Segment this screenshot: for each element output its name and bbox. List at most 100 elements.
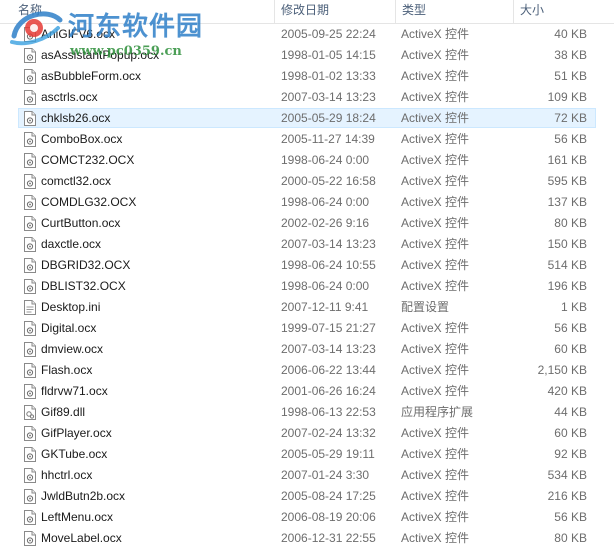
file-row[interactable]: fldrvw71.ocx 2001-06-26 16:24 ActiveX 控件 42… (0, 381, 614, 402)
file-type: ActiveX 控件 (401, 279, 470, 293)
file-name: Flash.ocx (41, 363, 93, 377)
file-modified-date: 2005-05-29 19:11 (281, 447, 375, 461)
dll-file-icon (23, 405, 37, 420)
file-type: ActiveX 控件 (401, 132, 470, 146)
ocx-file-icon (23, 510, 37, 525)
ocx-file-icon (23, 363, 37, 378)
file-type: ActiveX 控件 (401, 489, 470, 503)
file-type: ActiveX 控件 (401, 90, 470, 104)
ocx-file-icon (23, 279, 37, 294)
file-list: AniGIFV6.ocx 2005-09-25 22:24 ActiveX 控件 40… (0, 24, 614, 549)
file-name: asAssistantPopup.ocx (41, 48, 160, 62)
file-modified-date: 2005-09-25 22:24 (281, 27, 376, 41)
file-name: COMCT232.OCX (41, 153, 135, 167)
ini-file-icon (23, 300, 37, 315)
scrollbar-track[interactable] (600, 24, 614, 554)
file-name: chklsb26.ocx (41, 111, 111, 125)
file-row[interactable]: COMCT232.OCX 1998-06-24 0:00 ActiveX 控件 161… (0, 150, 614, 171)
file-row[interactable]: Flash.ocx 2006-06-22 13:44 ActiveX 控件 2,150… (0, 360, 614, 381)
file-row[interactable]: asBubbleForm.ocx 1998-01-02 13:33 ActiveX … (0, 66, 614, 87)
file-modified-date: 1998-06-24 0:00 (281, 153, 370, 167)
file-modified-date: 1998-06-24 10:55 (281, 258, 376, 272)
file-modified-date: 2007-12-11 9:41 (281, 300, 369, 314)
ocx-file-icon (23, 531, 37, 546)
file-size: 60 KB (554, 342, 587, 356)
file-row[interactable]: asAssistantPopup.ocx 1998-01-05 14:15 Acti… (0, 45, 614, 66)
file-name: Gif89.dll (41, 405, 86, 419)
ocx-file-icon (23, 216, 37, 231)
file-size: 2,150 KB (537, 363, 587, 377)
file-modified-date: 2000-05-22 16:58 (281, 174, 376, 188)
file-type: ActiveX 控件 (401, 195, 470, 209)
file-type: ActiveX 控件 (401, 468, 470, 482)
file-row[interactable]: LeftMenu.ocx 2006-08-19 20:06 ActiveX 控件 56… (0, 507, 614, 528)
file-size: 56 KB (554, 321, 587, 335)
file-row[interactable]: comctl32.ocx 2000-05-22 16:58 ActiveX 控件 59… (0, 171, 614, 192)
ocx-file-icon (23, 321, 37, 336)
file-size: 56 KB (554, 132, 587, 146)
file-size: 56 KB (554, 510, 587, 524)
ocx-file-icon (23, 468, 37, 483)
file-modified-date: 2005-08-24 17:25 (281, 489, 376, 503)
file-size: 161 KB (547, 153, 587, 167)
file-type: ActiveX 控件 (401, 111, 470, 125)
file-row[interactable]: GifPlayer.ocx 2007-02-24 13:32 ActiveX 控件 6… (0, 423, 614, 444)
file-row[interactable]: DBGRID32.OCX 1998-06-24 10:55 ActiveX 控件 51… (0, 255, 614, 276)
file-row[interactable]: GKTube.ocx 2005-05-29 19:11 ActiveX 控件 92 K… (0, 444, 614, 465)
file-size: 514 KB (547, 258, 587, 272)
file-size: 38 KB (554, 48, 587, 62)
file-name: DBLIST32.OCX (41, 279, 126, 293)
file-modified-date: 2006-12-31 22:55 (281, 531, 376, 545)
file-modified-date: 1998-01-05 14:15 (281, 48, 376, 62)
file-row[interactable]: Desktop.ini 2007-12-11 9:41 配置设置 1 KB (0, 297, 614, 318)
ocx-file-icon (23, 111, 37, 126)
file-type: ActiveX 控件 (401, 447, 470, 461)
file-size: 80 KB (554, 531, 587, 545)
file-name: JwldButn2b.ocx (41, 489, 126, 503)
file-name: fldrvw71.ocx (41, 384, 108, 398)
file-size: 44 KB (554, 405, 587, 419)
file-row[interactable]: Gif89.dll 1998-06-13 22:53 应用程序扩展 44 KB (0, 402, 614, 423)
file-size: 60 KB (554, 426, 587, 440)
ocx-file-icon (23, 174, 37, 189)
file-name: asctrls.ocx (41, 90, 98, 104)
column-header-type[interactable]: 类型 (396, 0, 513, 23)
file-name: dmview.ocx (41, 342, 104, 356)
column-header-bar: 名称 修改日期 类型 大小 (0, 0, 614, 24)
file-modified-date: 1998-06-13 22:53 (281, 405, 376, 419)
file-name: COMDLG32.OCX (41, 195, 137, 209)
ocx-file-icon (23, 426, 37, 441)
file-name: DBGRID32.OCX (41, 258, 131, 272)
file-row[interactable]: ComboBox.ocx 2005-11-27 14:39 ActiveX 控件 56… (0, 129, 614, 150)
file-row[interactable]: dmview.ocx 2007-03-14 13:23 ActiveX 控件 60 K… (0, 339, 614, 360)
file-name: CurtButton.ocx (41, 216, 121, 230)
column-header-date[interactable]: 修改日期 (275, 0, 395, 23)
column-header-name[interactable]: 名称 (12, 0, 274, 23)
file-modified-date: 1998-01-02 13:33 (281, 69, 376, 83)
file-name: asBubbleForm.ocx (41, 69, 142, 83)
file-modified-date: 2001-06-26 16:24 (281, 384, 376, 398)
ocx-file-icon (23, 48, 37, 63)
ocx-file-icon (23, 153, 37, 168)
ocx-file-icon (23, 237, 37, 252)
file-row[interactable]: AniGIFV6.ocx 2005-09-25 22:24 ActiveX 控件 40… (0, 24, 614, 45)
ocx-file-icon (23, 258, 37, 273)
file-type: ActiveX 控件 (401, 216, 470, 230)
file-size: 216 KB (547, 489, 587, 503)
file-row[interactable]: COMDLG32.OCX 1998-06-24 0:00 ActiveX 控件 137… (0, 192, 614, 213)
file-type: ActiveX 控件 (401, 174, 470, 188)
file-row[interactable]: Digital.ocx 1999-07-15 21:27 ActiveX 控件 56 … (0, 318, 614, 339)
file-type: ActiveX 控件 (401, 258, 470, 272)
file-row[interactable]: asctrls.ocx 2007-03-14 13:23 ActiveX 控件 109… (0, 87, 614, 108)
ocx-file-icon (23, 195, 37, 210)
file-row[interactable]: JwldButn2b.ocx 2005-08-24 17:25 ActiveX 控件… (0, 486, 614, 507)
ocx-file-icon (23, 489, 37, 504)
file-row[interactable]: chklsb26.ocx 2005-05-29 18:24 ActiveX 控件 72… (0, 108, 614, 129)
file-row[interactable]: daxctle.ocx 2007-03-14 13:23 ActiveX 控件 150… (0, 234, 614, 255)
column-header-size[interactable]: 大小 (514, 0, 600, 23)
file-row[interactable]: DBLIST32.OCX 1998-06-24 0:00 ActiveX 控件 196… (0, 276, 614, 297)
file-row[interactable]: MoveLabel.ocx 2006-12-31 22:55 ActiveX 控件 8… (0, 528, 614, 549)
file-row[interactable]: CurtButton.ocx 2002-02-26 9:16 ActiveX 控件 8… (0, 213, 614, 234)
file-name: daxctle.ocx (41, 237, 102, 251)
file-row[interactable]: hhctrl.ocx 2007-01-24 3:30 ActiveX 控件 534 K… (0, 465, 614, 486)
